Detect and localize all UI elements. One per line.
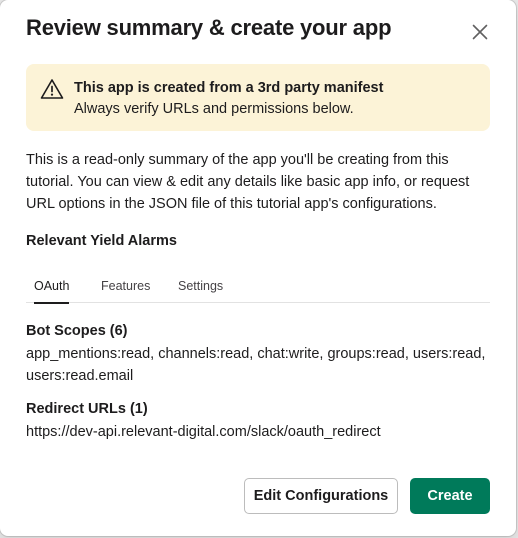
app-name: Relevant Yield Alarms [26, 233, 177, 249]
summary-description: This is a read-only summary of the app y… [26, 152, 470, 212]
bot-scopes-title: Bot Scopes (6) [26, 323, 128, 339]
manifest-warning-banner: This app is created from a 3rd party man… [26, 64, 490, 131]
banner-title: This app is created from a 3rd party man… [74, 80, 384, 96]
tab-features[interactable]: Features [101, 279, 150, 303]
create-app-modal: Review summary & create your app This ap… [0, 0, 516, 536]
close-button[interactable] [466, 18, 494, 46]
tab-bar: OAuth Features Settings [26, 276, 490, 304]
redirect-url: https://dev-api.relevant-digital.com/sla… [26, 424, 381, 440]
create-button[interactable]: Create [410, 478, 490, 514]
tab-settings[interactable]: Settings [178, 279, 223, 303]
edit-configurations-button[interactable]: Edit Configurations [244, 478, 398, 514]
tab-oauth[interactable]: OAuth [34, 279, 70, 304]
redirect-urls-title: Redirect URLs (1) [26, 401, 148, 417]
bot-scopes-list: app_mentions:read, channels:read, chat:w… [26, 346, 486, 384]
warning-icon [40, 79, 64, 99]
modal-title: Review summary & create your app [26, 15, 392, 40]
close-icon [472, 24, 488, 40]
banner-subtitle: Always verify URLs and permissions below… [74, 101, 354, 117]
